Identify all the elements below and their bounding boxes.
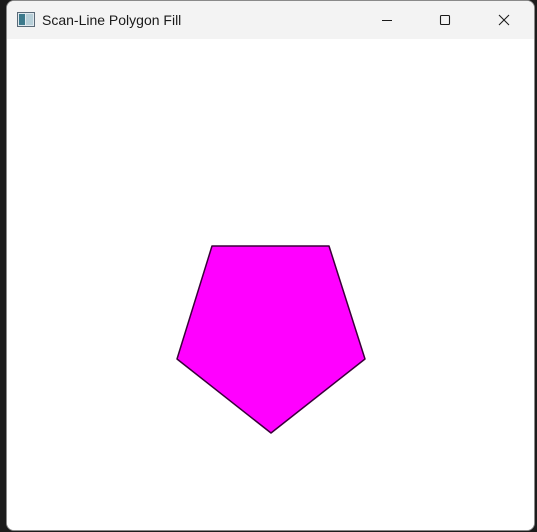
minimize-icon <box>381 14 393 26</box>
minimize-button[interactable] <box>358 1 416 39</box>
app-window: Scan-Line Polygon Fill <box>6 0 535 531</box>
close-button[interactable] <box>474 1 534 39</box>
filled-pentagon <box>176 245 366 434</box>
title-bar[interactable]: Scan-Line Polygon Fill <box>7 1 534 39</box>
app-icon <box>17 12 35 27</box>
window-title: Scan-Line Polygon Fill <box>42 12 182 28</box>
drawing-canvas <box>7 39 534 530</box>
maximize-button[interactable] <box>416 1 474 39</box>
maximize-icon <box>439 14 451 26</box>
close-icon <box>498 14 510 26</box>
